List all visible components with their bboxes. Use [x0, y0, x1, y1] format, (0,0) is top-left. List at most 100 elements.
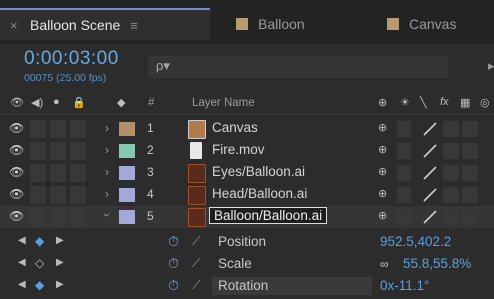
shy-icon[interactable]: ⊕: [378, 165, 387, 178]
solo-toggle[interactable]: [50, 142, 66, 160]
quality-slash-icon[interactable]: [421, 186, 439, 204]
property-row-position[interactable]: ◀ ◆ ▶ ⏱ ⟋ Position 952.5,402.2: [0, 231, 494, 253]
visibility-eye-icon[interactable]: 👁: [9, 165, 24, 179]
keyframe-diamond-empty-icon[interactable]: ◇: [35, 256, 44, 270]
frame-blend-toggle[interactable]: [462, 121, 478, 137]
effect-toggle[interactable]: [443, 209, 459, 225]
tab-balloon-scene[interactable]: × Balloon Scene ≡: [0, 8, 210, 40]
keyframe-diamond-icon[interactable]: ◆: [35, 278, 44, 292]
solo-toggle[interactable]: [50, 186, 66, 204]
collapse-toggle[interactable]: [397, 209, 411, 225]
layer-name-edit-field[interactable]: Balloon/Balloon.ai: [209, 207, 328, 224]
visibility-eye-icon[interactable]: 👁: [9, 143, 24, 157]
effect-toggle[interactable]: [443, 121, 459, 137]
audio-toggle[interactable]: [30, 164, 46, 182]
prev-keyframe-icon[interactable]: ◀: [18, 279, 26, 290]
frame-blend-toggle[interactable]: [462, 209, 478, 225]
property-value[interactable]: 0x-11.1°: [380, 278, 429, 293]
tab-canvas[interactable]: Canvas: [387, 9, 456, 39]
layer-row[interactable]: 👁 › 3 Eyes/Balloon.ai ⊕: [0, 162, 494, 184]
constrain-proportions-link-icon[interactable]: ∞: [380, 257, 389, 271]
shy-icon[interactable]: ⊕: [378, 143, 387, 156]
close-tab-icon[interactable]: ×: [10, 18, 30, 33]
collapse-toggle[interactable]: [397, 165, 411, 181]
label-color-swatch[interactable]: [119, 144, 135, 158]
visibility-eye-icon[interactable]: 👁: [9, 209, 24, 223]
shy-icon[interactable]: ⊕: [378, 121, 387, 134]
label-column-icon[interactable]: ◆: [117, 96, 125, 109]
frame-blend-icon[interactable]: ▦: [460, 96, 470, 109]
frame-blend-toggle[interactable]: [462, 165, 478, 181]
property-value[interactable]: 55.8,55.8%: [403, 256, 471, 271]
search-input[interactable]: [148, 56, 448, 78]
stopwatch-icon[interactable]: ⏱: [168, 255, 179, 272]
property-row-scale[interactable]: ◀ ◇ ▶ ⏱ ⟋ Scale ∞ 55.8,55.8%: [0, 253, 494, 275]
keyframe-diamond-icon[interactable]: ◆: [35, 234, 44, 248]
layer-name[interactable]: Fire.mov: [212, 142, 265, 157]
visibility-eye-icon[interactable]: 👁: [9, 121, 24, 135]
quality-slash-icon[interactable]: [421, 208, 439, 226]
property-value[interactable]: 952.5,402.2: [380, 234, 451, 249]
layer-row[interactable]: 👁 › 1 Canvas ⊕: [0, 118, 494, 140]
graph-icon[interactable]: ⟋: [192, 234, 200, 249]
solo-icon[interactable]: ●: [53, 96, 60, 108]
graph-icon[interactable]: ⟋: [192, 278, 200, 293]
audio-toggle[interactable]: [30, 142, 46, 160]
prev-keyframe-icon[interactable]: ◀: [18, 235, 26, 246]
motion-blur-icon[interactable]: ◎: [480, 96, 490, 109]
search-icon[interactable]: ρ▾: [156, 58, 170, 74]
audio-switch-icon[interactable]: ◀): [31, 96, 43, 109]
layer-name[interactable]: Canvas: [212, 120, 258, 135]
layer-name[interactable]: Eyes/Balloon.ai: [212, 164, 305, 179]
lock-toggle[interactable]: [70, 120, 86, 138]
stopwatch-icon[interactable]: ⏱: [168, 277, 179, 294]
collapse-switch-icon[interactable]: ☀: [400, 96, 410, 109]
lock-toggle[interactable]: [70, 164, 86, 182]
next-keyframe-icon[interactable]: ▶: [56, 257, 64, 268]
effect-toggle[interactable]: [443, 165, 459, 181]
quality-slash-icon[interactable]: [421, 120, 439, 138]
next-keyframe-icon[interactable]: ▶: [56, 235, 64, 246]
audio-toggle[interactable]: [30, 120, 46, 138]
quality-switch-icon[interactable]: ╲: [420, 96, 427, 109]
audio-toggle[interactable]: [30, 208, 46, 226]
audio-toggle[interactable]: [30, 186, 46, 204]
effect-switch-icon[interactable]: fx: [440, 96, 449, 108]
effect-toggle[interactable]: [443, 187, 459, 203]
solo-toggle[interactable]: [50, 120, 66, 138]
lock-toggle[interactable]: [70, 142, 86, 160]
stopwatch-icon[interactable]: ⏱: [168, 233, 179, 250]
quality-slash-icon[interactable]: [421, 164, 439, 182]
solo-toggle[interactable]: [50, 164, 66, 182]
next-keyframe-icon[interactable]: ▶: [56, 279, 64, 290]
effect-toggle[interactable]: [443, 143, 459, 159]
collapse-toggle[interactable]: [397, 143, 411, 159]
layer-row-selected[interactable]: 👁 › 5 Balloon/Balloon.ai ⊕: [0, 206, 494, 228]
layer-row[interactable]: 👁 › 2 Fire.mov ⊕: [0, 140, 494, 162]
collapse-chevron-icon[interactable]: ›: [100, 213, 114, 217]
label-color-swatch[interactable]: [119, 210, 135, 224]
label-color-swatch[interactable]: [119, 122, 135, 136]
expand-chevron-icon[interactable]: ›: [105, 121, 109, 135]
visibility-eye-icon[interactable]: 👁: [9, 187, 24, 201]
graph-icon[interactable]: ⟋: [192, 256, 200, 271]
solo-toggle[interactable]: [50, 208, 66, 226]
label-color-swatch[interactable]: [119, 188, 135, 202]
collapse-toggle[interactable]: [397, 121, 411, 137]
expand-chevron-icon[interactable]: ›: [105, 165, 109, 179]
current-time-display[interactable]: 0:00:03:00: [24, 48, 119, 70]
frame-blend-toggle[interactable]: [462, 187, 478, 203]
collapse-toggle[interactable]: [397, 187, 411, 203]
layer-name[interactable]: Head/Balloon.ai: [212, 186, 307, 201]
quality-slash-icon[interactable]: [421, 142, 439, 160]
frame-blend-toggle[interactable]: [462, 143, 478, 159]
lock-toggle[interactable]: [70, 208, 86, 226]
lock-icon[interactable]: 🔒: [72, 96, 86, 109]
shy-icon[interactable]: ⊕: [378, 209, 387, 222]
expand-chevron-icon[interactable]: ›: [105, 187, 109, 201]
label-color-swatch[interactable]: [119, 166, 135, 180]
expand-chevron-icon[interactable]: ›: [105, 143, 109, 157]
shy-switch-icon[interactable]: ⊕: [378, 96, 387, 109]
tab-balloon[interactable]: Balloon: [236, 9, 305, 39]
shy-icon[interactable]: ⊕: [378, 187, 387, 200]
